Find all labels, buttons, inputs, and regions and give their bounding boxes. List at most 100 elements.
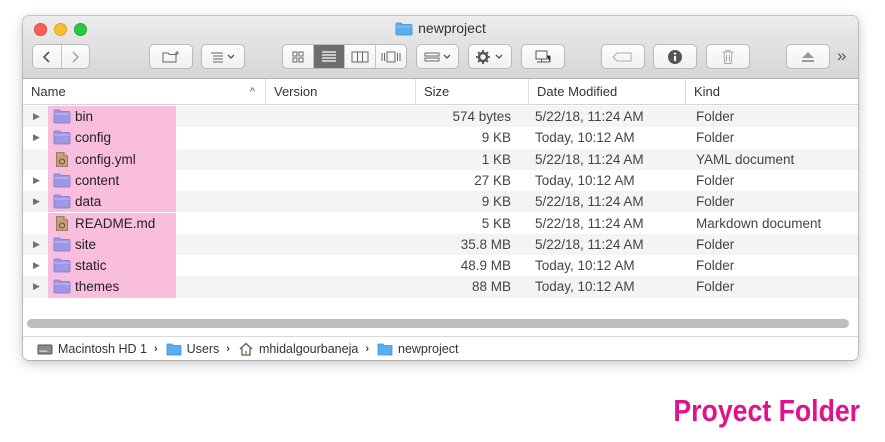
toolbar-overflow-button[interactable]: » — [837, 46, 846, 66]
size-column-header[interactable]: Size — [415, 79, 528, 105]
file-kind: Folder — [696, 109, 735, 124]
file-date-modified: 5/22/18, 11:24 AM — [535, 215, 644, 231]
disclosure-triangle-icon[interactable]: ▶ — [33, 234, 40, 255]
server-icon — [535, 50, 551, 62]
folder-icon — [53, 194, 71, 209]
eject-button[interactable] — [786, 44, 830, 69]
file-kind: Folder — [696, 279, 735, 295]
column-view-button[interactable] — [345, 45, 376, 68]
arrange-icon — [211, 52, 235, 62]
file-size: 9 KB — [481, 130, 511, 146]
connect-server-button[interactable] — [521, 44, 565, 69]
path-separator: › — [365, 342, 369, 355]
file-date-modified: Today, 10:12 AM — [535, 172, 635, 188]
list-view-button[interactable] — [314, 45, 345, 68]
horizontal-scrollbar[interactable] — [27, 319, 849, 328]
path-item-home[interactable]: mhidalgourbaneja — [238, 342, 358, 356]
view-mode-buttons — [282, 44, 407, 69]
document-icon — [53, 215, 71, 231]
file-kind: Folder — [696, 130, 735, 146]
disclosure-triangle-icon[interactable]: ▶ — [33, 276, 40, 297]
trash-icon — [722, 49, 734, 64]
file-kind: Folder — [696, 172, 735, 188]
file-row[interactable]: ▶ content 27 KB Today, 10:12 AM Folder — [23, 169, 858, 192]
file-date-modified: 5/22/18, 11:24 AM — [535, 194, 644, 210]
file-date-modified: Today, 10:12 AM — [535, 279, 635, 295]
disclosure-triangle-icon[interactable]: ▶ — [33, 127, 40, 148]
disclosure-triangle-icon[interactable]: ▶ — [33, 170, 40, 191]
home-icon — [239, 342, 253, 356]
file-size: 1 KB — [481, 151, 511, 167]
file-size: 574 bytes — [452, 109, 511, 124]
chevron-right-icon — [72, 50, 80, 63]
hard-drive-icon — [37, 344, 53, 354]
folder-icon — [53, 173, 71, 188]
path-item-users[interactable]: Users — [166, 342, 219, 356]
get-info-button[interactable] — [653, 44, 697, 69]
file-row[interactable]: ▶ config 9 KB Today, 10:12 AM Folder — [23, 127, 858, 149]
file-name: static — [75, 258, 107, 274]
column-view-icon — [351, 51, 369, 62]
back-button[interactable] — [33, 45, 62, 68]
window-title-bar: newproject — [23, 20, 858, 39]
file-row[interactable]: ▶ themes 88 MB Today, 10:12 AM Folder — [23, 276, 858, 298]
file-name: bin — [75, 109, 94, 124]
kind-column-header[interactable]: Kind — [685, 79, 858, 105]
folder-icon — [53, 237, 71, 252]
name-column-label: Name — [31, 84, 66, 99]
file-row[interactable]: ▶ bin 574 bytes 5/22/18, 11:24 AM Folder — [23, 106, 858, 128]
back-forward-buttons — [32, 44, 90, 69]
file-name: README.md — [75, 215, 156, 231]
file-size: 88 MB — [471, 279, 511, 295]
path-item-newproject[interactable]: newproject — [377, 342, 458, 356]
file-row[interactable]: ▶ site 35.8 MB 5/22/18, 11:24 AM Folder — [23, 233, 858, 256]
file-name: config — [75, 130, 112, 146]
version-column-header[interactable]: Version — [265, 79, 415, 105]
tag-button[interactable] — [601, 44, 645, 69]
file-date-modified: Today, 10:12 AM — [535, 130, 635, 146]
file-row[interactable]: README.md 5 KB 5/22/18, 11:24 AM Markdown d… — [23, 212, 858, 234]
kind-column-label: Kind — [694, 84, 721, 99]
info-icon — [668, 49, 682, 64]
file-row[interactable]: config.yml 1 KB 5/22/18, 11:24 AM YAML docu… — [23, 148, 858, 170]
file-size: 9 KB — [481, 194, 511, 210]
icon-view-icon — [292, 51, 304, 62]
path-item-macintosh-hd[interactable]: Macintosh HD 1 — [37, 342, 147, 356]
file-kind: Folder — [696, 194, 735, 210]
disclosure-triangle-icon[interactable]: ▶ — [33, 106, 40, 127]
chevron-left-icon — [42, 50, 50, 63]
document-icon — [53, 151, 71, 167]
file-name: site — [75, 236, 97, 252]
window-title: newproject — [418, 20, 486, 36]
move-to-trash-button[interactable] — [706, 44, 750, 69]
icon-view-button[interactable] — [283, 45, 314, 68]
cover-flow-button[interactable] — [376, 45, 406, 68]
action-button[interactable] — [468, 44, 512, 69]
file-row[interactable]: ▶ static 48.9 MB Today, 10:12 AM Folder — [23, 255, 858, 277]
forward-button[interactable] — [62, 45, 90, 68]
file-date-modified: 5/22/18, 11:24 AM — [535, 109, 644, 124]
name-column-header[interactable]: Name ^ — [23, 79, 265, 105]
date-modified-column-header[interactable]: Date Modified — [528, 79, 685, 105]
disclosure-triangle-icon[interactable]: ▶ — [33, 191, 40, 212]
group-by-button[interactable] — [416, 44, 459, 69]
file-row[interactable]: ▶ data 9 KB 5/22/18, 11:24 AM Folder — [23, 191, 858, 213]
new-folder-button[interactable] — [149, 44, 193, 69]
file-kind: Folder — [696, 236, 735, 252]
eject-icon — [802, 51, 814, 62]
gear-icon — [476, 49, 503, 64]
column-headers: Name ^ Version Size Date Modified Kind — [23, 79, 858, 105]
arrange-button[interactable] — [201, 44, 245, 69]
file-name: config.yml — [75, 151, 136, 167]
folder-icon — [53, 130, 71, 145]
disclosure-triangle-icon[interactable]: ▶ — [33, 255, 40, 276]
size-column-label: Size — [424, 84, 450, 99]
folder-icon — [53, 279, 71, 294]
file-size: 48.9 MB — [460, 258, 511, 274]
caption-title: Proyect Folder — [673, 393, 860, 428]
file-date-modified: Today, 10:12 AM — [535, 258, 635, 274]
file-name: data — [75, 194, 102, 210]
list-view-icon — [322, 50, 336, 62]
group-by-icon — [424, 52, 450, 61]
version-column-label: Version — [274, 84, 318, 99]
